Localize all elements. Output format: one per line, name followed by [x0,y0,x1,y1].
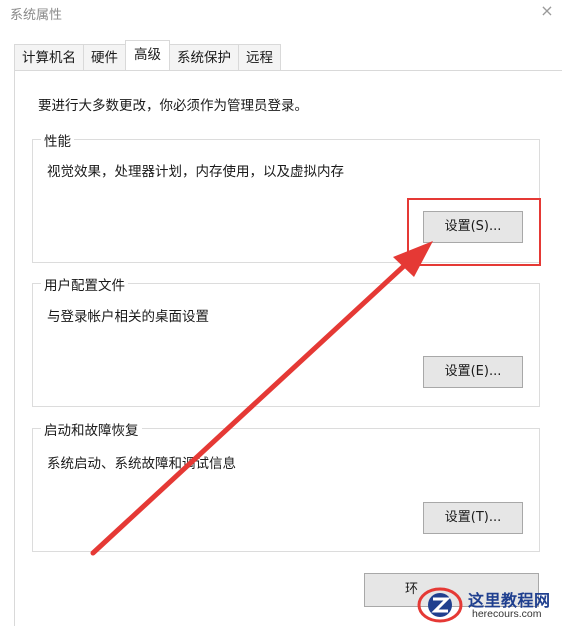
watermark-logo-icon [417,587,463,623]
performance-group-label: 性能 [41,130,74,150]
close-icon[interactable]: × [538,2,556,20]
admin-notice: 要进行大多数更改，你必须作为管理员登录。 [38,98,308,114]
tab-system-protection[interactable]: 系统保护 [169,44,239,70]
tab-strip: 计算机名 硬件 高级 系统保护 远程 [14,40,281,70]
startup-recovery-settings-button[interactable]: 设置(T)... [423,502,523,534]
startup-recovery-group-label: 启动和故障恢复 [41,419,142,439]
startup-recovery-group: 启动和故障恢复 系统启动、系统故障和调试信息 设置(T)... [32,419,540,552]
watermark: 这里教程网 herecours.com [416,583,562,626]
user-profiles-settings-button[interactable]: 设置(E)... [423,356,523,388]
tab-computer-name[interactable]: 计算机名 [14,44,84,70]
user-profiles-group: 用户配置文件 与登录帐户相关的桌面设置 设置(E)... [32,274,540,407]
watermark-url: herecours.com [472,608,542,620]
startup-recovery-description: 系统启动、系统故障和调试信息 [47,456,236,472]
performance-description: 视觉效果，处理器计划，内存使用，以及虚拟内存 [47,164,344,180]
tab-remote[interactable]: 远程 [238,44,281,70]
window-title: 系统属性 [10,8,63,23]
tab-advanced[interactable]: 高级 [125,40,170,70]
tab-hardware[interactable]: 硬件 [83,44,126,70]
title-bar: 系统属性 × [0,0,562,26]
user-profiles-group-label: 用户配置文件 [41,274,128,294]
user-profiles-description: 与登录帐户相关的桌面设置 [47,309,209,325]
highlight-box [407,198,541,266]
